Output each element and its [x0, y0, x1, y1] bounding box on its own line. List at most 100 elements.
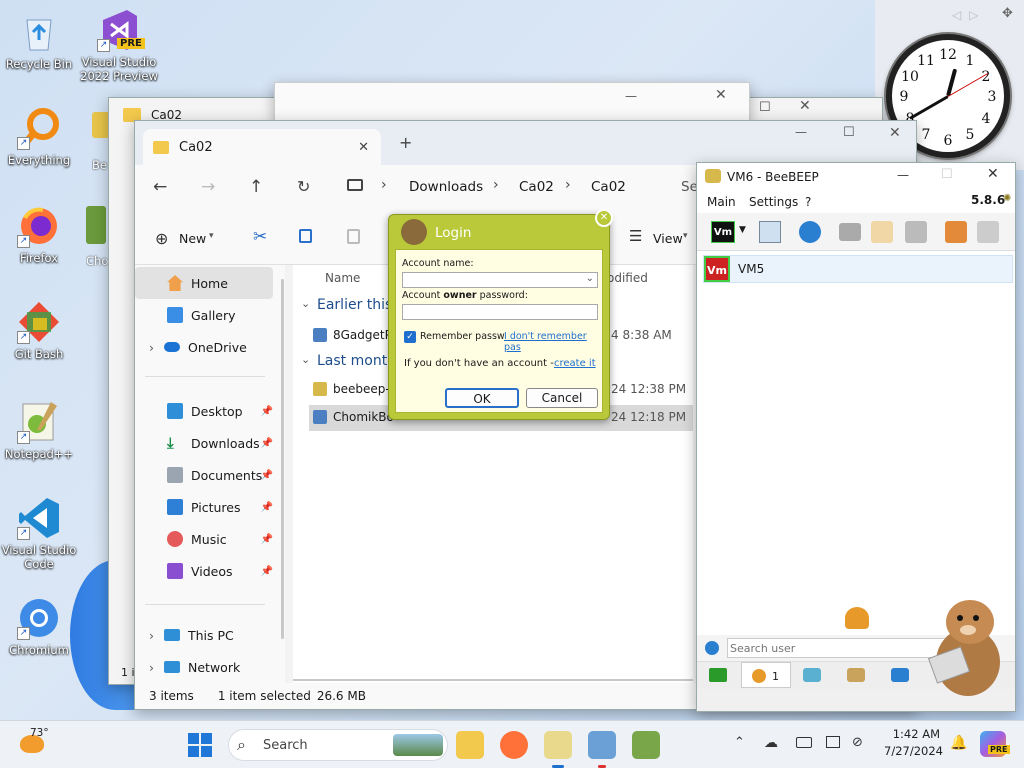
group-header[interactable]: Last month [317, 353, 396, 369]
nav-item-gallery[interactable]: Gallery [135, 299, 273, 331]
display-icon[interactable] [826, 736, 840, 748]
close-tab-icon[interactable]: ✕ [358, 140, 369, 155]
back-arrow-icon[interactable]: ← [153, 177, 167, 197]
menu-help[interactable]: ? [805, 195, 811, 209]
edit-pencil-icon[interactable] [871, 221, 893, 243]
forgot-password-link[interactable]: I don't remember pas [504, 331, 602, 353]
paste-icon[interactable] [347, 229, 360, 244]
user-row-vm5[interactable]: Vm VM5 [703, 255, 1013, 283]
close-icon[interactable]: ✕ [987, 166, 999, 182]
desktop-icon-partial[interactable]: Cho [86, 206, 110, 272]
start-button[interactable] [188, 733, 212, 757]
maximize-icon[interactable]: ☐ [941, 167, 953, 182]
clock-date[interactable]: 7/27/2024 [884, 744, 943, 758]
tools-icon[interactable] [905, 221, 927, 243]
taskbar-search-box[interactable]: ⌕ Search [228, 729, 448, 761]
close-icon[interactable]: ✕ [799, 98, 811, 114]
minimize-icon[interactable]: — [625, 89, 637, 103]
desktop-icon-chromium[interactable]: ↗ Chromium [0, 596, 78, 657]
new-button[interactable]: New [179, 231, 206, 246]
nav-item-documents[interactable]: Documents 📌 [135, 459, 273, 491]
refresh-icon[interactable]: ↻ [297, 177, 310, 196]
minimize-icon[interactable]: — [897, 168, 909, 182]
view-button[interactable]: View [653, 231, 683, 246]
desktop-icon-notepad-plus-plus[interactable]: ↗ Notepad++ [0, 400, 78, 461]
chevron-right-icon[interactable]: › [149, 340, 154, 355]
up-arrow-icon[interactable]: ↑ [249, 177, 263, 197]
nav-item-onedrive[interactable]: › OneDrive [135, 331, 273, 363]
account-name-combobox[interactable]: ⌄ [402, 272, 598, 288]
chevron-down-icon[interactable]: ⌄ [301, 297, 310, 310]
taskbar-firefox-icon[interactable] [500, 731, 528, 759]
taskbar-gadget-icon[interactable] [632, 731, 660, 759]
users-icon[interactable] [945, 221, 967, 243]
copy-icon[interactable] [299, 229, 312, 243]
taskbar-beebeep-icon[interactable] [544, 731, 572, 759]
column-header-modified[interactable]: odified [607, 271, 648, 285]
nav-item-downloads[interactable]: ⤓ Downloads 📌 [135, 427, 273, 459]
breadcrumb-downloads[interactable]: Downloads [409, 179, 483, 195]
password-field[interactable] [402, 304, 598, 320]
remember-password-checkbox[interactable]: ✓ [404, 331, 416, 343]
nav-item-this-pc[interactable]: › This PC [135, 619, 273, 651]
breadcrumb-ca02-current[interactable]: Ca02 [591, 179, 626, 195]
taskbar-file-explorer-icon[interactable] [456, 731, 484, 759]
chevron-right-icon[interactable]: › [149, 628, 154, 643]
tab-users-online-icon[interactable] [709, 668, 727, 682]
status-avatar-icon[interactable]: Vm [711, 221, 735, 243]
gadget-nav-arrows[interactable]: ◁▷ [952, 8, 986, 22]
network-disconnected-icon[interactable]: ☁ [764, 735, 778, 751]
network-broadcast-icon[interactable] [799, 221, 821, 243]
nav-item-pictures[interactable]: Pictures 📌 [135, 491, 273, 523]
search-options-icon[interactable] [705, 641, 719, 655]
close-icon[interactable]: ✕ [889, 125, 901, 141]
tab-users[interactable]: 1 [741, 662, 791, 688]
folder-share-icon[interactable] [839, 223, 861, 241]
group-header[interactable]: Earlier this [317, 297, 392, 313]
forward-arrow-icon[interactable]: → [201, 177, 215, 197]
desktop-icon-git-bash[interactable]: ↗ Git Bash [0, 300, 78, 361]
desktop-icon-recycle-bin[interactable]: Recycle Bin [0, 10, 78, 71]
create-account-link[interactable]: create it [554, 358, 596, 369]
new-tab-icon[interactable]: + [399, 133, 412, 152]
breadcrumb-ca02[interactable]: Ca02 [519, 179, 554, 195]
tab-groups-icon[interactable] [847, 668, 865, 682]
copilot-icon[interactable]: PRE [980, 731, 1010, 757]
menu-main[interactable]: Main [707, 195, 736, 209]
nav-scrollbar[interactable] [281, 279, 284, 639]
chevron-up-icon[interactable]: ⌃ [734, 735, 745, 750]
chevron-right-icon[interactable]: › [149, 660, 154, 675]
maximize-icon[interactable]: ☐ [759, 100, 771, 115]
nav-item-videos[interactable]: Videos 📌 [135, 555, 273, 587]
close-icon[interactable]: ✕ [715, 87, 727, 103]
clock-time[interactable]: 1:42 AM [884, 727, 940, 741]
cut-icon[interactable]: ✂ [253, 227, 267, 247]
menu-settings[interactable]: Settings [749, 195, 798, 209]
notification-bell-icon[interactable]: 🔔 [950, 735, 967, 751]
nav-item-desktop[interactable]: Desktop 📌 [135, 395, 273, 427]
trash-icon[interactable] [977, 221, 999, 243]
maximize-icon[interactable]: ☐ [843, 125, 855, 140]
nav-item-network[interactable]: › Network [135, 651, 273, 683]
background-dialog-window[interactable]: — ✕ [274, 82, 750, 122]
vcard-icon[interactable] [759, 221, 781, 243]
login-dialog[interactable]: Login ✕ Account name: ⌄ Account owner pa… [388, 209, 613, 420]
chevron-down-icon[interactable]: ▼ [739, 225, 746, 235]
weather-temperature[interactable]: 73° [30, 727, 49, 739]
horizontal-scrollbar[interactable] [293, 679, 693, 681]
desktop-icon-firefox[interactable]: ↗ Firefox [0, 204, 78, 265]
chevron-down-icon[interactable]: ⌄ [301, 353, 310, 366]
nav-item-home[interactable]: Home [135, 267, 273, 299]
nav-item-music[interactable]: Music 📌 [135, 523, 273, 555]
minimize-icon[interactable]: — [795, 125, 807, 139]
taskbar-remote-desktop-icon[interactable] [588, 731, 616, 759]
chevron-down-icon[interactable]: ⌄ [586, 273, 594, 284]
desktop-icon-visual-studio[interactable]: PRE ↗ Visual Studio 2022 Preview [80, 8, 158, 83]
gadget-add-icon[interactable]: ✥ [1002, 6, 1013, 21]
this-pc-icon[interactable] [347, 179, 363, 191]
ok-button[interactable]: OK [445, 388, 519, 408]
keyboard-icon[interactable] [796, 737, 812, 748]
search-user-input[interactable] [727, 638, 947, 658]
close-icon[interactable]: ✕ [595, 209, 613, 227]
desktop-icon-everything[interactable]: ↗ Everything [0, 106, 78, 167]
